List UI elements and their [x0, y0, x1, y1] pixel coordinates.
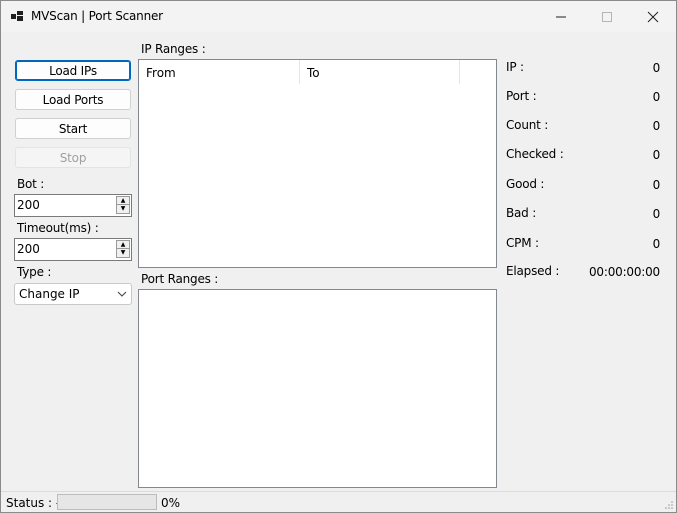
stat-cpm-label: CPM :	[506, 236, 539, 250]
spin-up-icon[interactable]: ▲	[116, 196, 130, 205]
stat-checked-value: 0	[652, 148, 661, 162]
minimize-button[interactable]	[538, 1, 584, 32]
spin-up-icon[interactable]: ▲	[116, 240, 130, 249]
stat-elapsed-label: Elapsed :	[506, 264, 560, 278]
timeout-label: Timeout(ms) :	[17, 221, 99, 235]
column-header-to[interactable]: To	[300, 60, 460, 84]
bot-stepper[interactable]: 200 ▲ ▼	[14, 194, 132, 217]
timeout-value[interactable]: 200	[17, 242, 40, 256]
resize-grip-icon[interactable]	[664, 500, 674, 510]
stat-port-value: 0	[652, 90, 661, 104]
load-ports-button[interactable]: Load Ports	[15, 89, 131, 110]
close-icon	[647, 11, 659, 22]
stat-count-value: 0	[652, 119, 661, 133]
stat-bad-value: 0	[652, 207, 661, 221]
port-ranges-input[interactable]	[138, 289, 497, 488]
title-bar[interactable]: MVScan | Port Scanner	[1, 1, 676, 32]
minimize-icon	[556, 16, 566, 17]
stat-checked-label: Checked :	[506, 147, 564, 161]
bot-value[interactable]: 200	[17, 198, 40, 212]
status-bar: Status : - 0%	[1, 491, 676, 512]
stat-good-value: 0	[652, 178, 661, 192]
app-window: MVScan | Port Scanner Load IPs Load Port…	[0, 0, 677, 513]
list-header: From To	[139, 60, 496, 84]
stat-ip-label: IP :	[506, 60, 524, 74]
spin-down-icon[interactable]: ▼	[116, 249, 130, 258]
stat-elapsed-value: 00:00:00:00	[588, 265, 660, 279]
maximize-icon	[602, 11, 612, 22]
type-select[interactable]: Change IP	[14, 283, 132, 305]
window-title: MVScan | Port Scanner	[31, 9, 163, 23]
stat-count-label: Count :	[506, 118, 549, 132]
stop-button: Stop	[15, 147, 131, 168]
ip-ranges-label: IP Ranges :	[141, 42, 206, 56]
bot-label: Bot :	[17, 177, 45, 191]
spin-down-icon[interactable]: ▼	[116, 205, 130, 214]
ip-ranges-list[interactable]: From To	[138, 59, 497, 268]
app-icon	[11, 10, 23, 22]
start-button[interactable]: Start	[15, 118, 131, 139]
close-button[interactable]	[630, 1, 676, 32]
progress-percent: 0%	[161, 496, 181, 510]
type-value: Change IP	[19, 287, 80, 301]
status-text: Status : -	[6, 496, 61, 510]
stat-ip-value: 0	[652, 61, 661, 75]
load-ips-button[interactable]: Load IPs	[15, 60, 131, 81]
stat-good-label: Good :	[506, 177, 545, 191]
progress-bar	[57, 494, 157, 510]
chevron-down-icon	[117, 291, 127, 297]
stat-cpm-value: 0	[652, 237, 661, 251]
column-header-from[interactable]: From	[139, 60, 300, 84]
stat-port-label: Port :	[506, 89, 537, 103]
maximize-button	[584, 1, 630, 32]
stat-bad-label: Bad :	[506, 206, 537, 220]
port-ranges-label: Port Ranges :	[141, 272, 219, 286]
timeout-stepper[interactable]: 200 ▲ ▼	[14, 238, 132, 261]
type-label: Type :	[17, 265, 52, 279]
